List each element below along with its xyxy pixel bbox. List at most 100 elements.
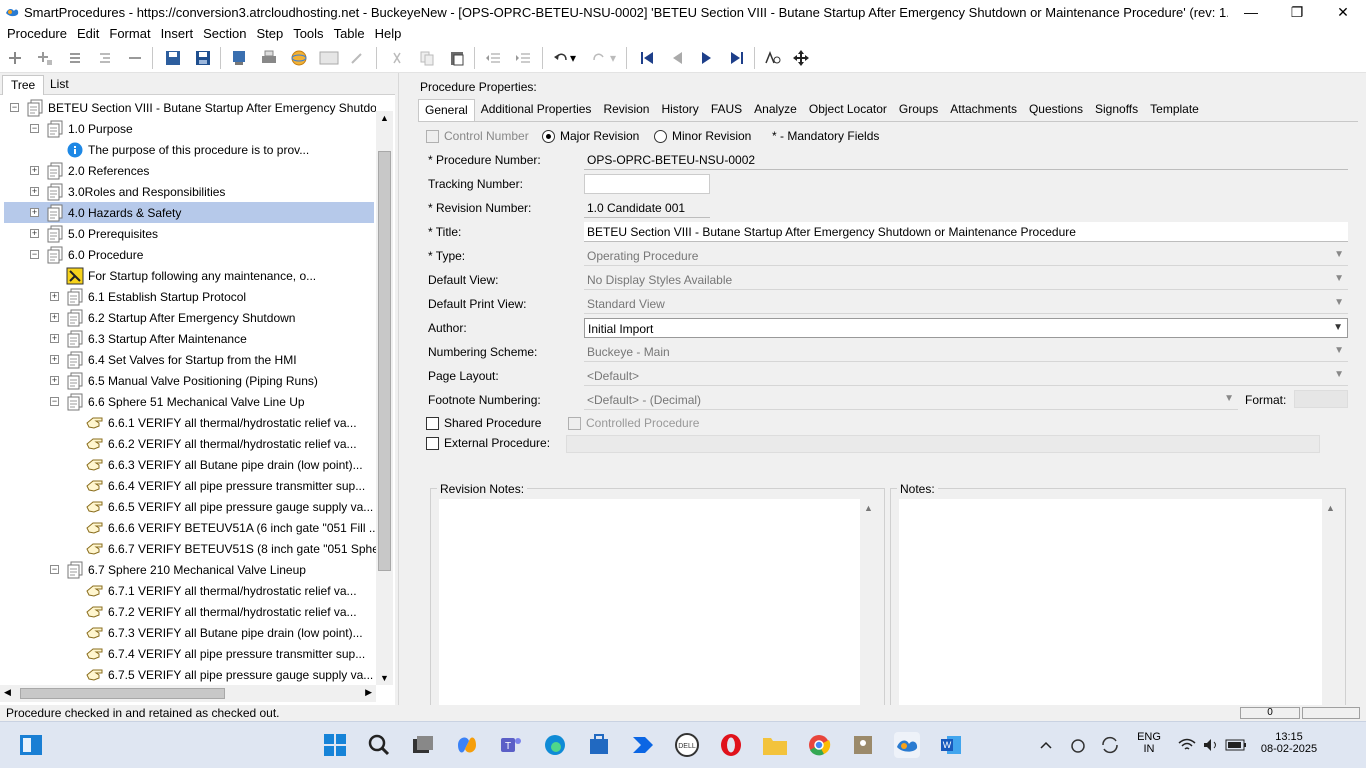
tab-faus[interactable]: FAUS [705,99,748,121]
revision-notes-textarea[interactable]: ▲ [439,499,877,709]
next-icon[interactable] [696,48,718,68]
tab-tree[interactable]: Tree [2,75,45,95]
tree-item[interactable]: − 6.0 Procedure [4,244,374,265]
preview-icon[interactable] [318,48,340,68]
restore-button[interactable]: ❐ [1274,0,1320,24]
tree-item[interactable]: 6.6.5 VERIFY all pipe pressure gauge sup… [4,496,374,517]
copy-icon[interactable] [416,48,438,68]
battery-icon[interactable] [1224,732,1248,758]
revision-number-field[interactable]: 1.0 Candidate 001 [584,198,710,218]
tab-additional-properties[interactable]: Additional Properties [475,99,598,121]
sync-icon[interactable] [1098,732,1122,758]
menu-format[interactable]: Format [104,26,155,41]
tab-object-locator[interactable]: Object Locator [803,99,893,121]
close-button[interactable]: ✕ [1320,0,1366,24]
opera-icon[interactable] [718,732,744,758]
tree-item[interactable]: 6.6.4 VERIFY all pipe pressure transmitt… [4,475,374,496]
tree-item[interactable]: 6.6.3 VERIFY all Butane pipe drain (low … [4,454,374,475]
wifi-icon[interactable] [1176,732,1198,758]
collapse-icon[interactable]: − [50,397,59,406]
menu-procedure[interactable]: Procedure [2,26,72,41]
menu-insert[interactable]: Insert [156,26,199,41]
major-revision-radio[interactable]: Major Revision [542,129,639,144]
collapse-icon[interactable]: − [50,565,59,574]
tab-questions[interactable]: Questions [1023,99,1089,121]
teams-icon[interactable]: T [498,732,524,758]
numbering-scheme-select[interactable]: Buckeye - Main ▼ [584,342,1348,362]
procedure-number-field[interactable]: OPS-OPRC-BETEU-NSU-0002 [584,150,1348,170]
notes-textarea[interactable]: ▲ [899,499,1339,709]
tree-item[interactable]: 6.7.3 VERIFY all Butane pipe drain (low … [4,622,374,643]
page-layout-select[interactable]: <Default> ▼ [584,366,1348,386]
tab-signoffs[interactable]: Signoffs [1089,99,1144,121]
remote-desktop-icon[interactable] [850,732,876,758]
list-indent-icon[interactable] [94,48,116,68]
tree-item[interactable]: 6.6.2 VERIFY all thermal/hydrostatic rel… [4,433,374,454]
minimize-button[interactable]: — [1228,0,1274,24]
tree-horizontal-scroll-thumb[interactable] [20,688,225,699]
store-icon[interactable] [586,732,612,758]
menu-edit[interactable]: Edit [72,26,104,41]
indent-icon[interactable] [512,48,534,68]
menu-table[interactable]: Table [329,26,370,41]
expand-icon[interactable]: + [50,376,59,385]
file-explorer-icon[interactable] [762,732,788,758]
collapse-icon[interactable]: − [30,250,39,259]
expand-icon[interactable]: + [30,166,39,175]
format-field[interactable] [1294,390,1348,408]
tab-history[interactable]: History [655,99,704,121]
tracking-number-field[interactable] [584,174,710,194]
collapse-icon[interactable]: − [10,103,19,112]
check-in-icon[interactable] [228,48,250,68]
tree-item[interactable]: +5.0 Prerequisites [4,223,374,244]
menu-section[interactable]: Section [198,26,251,41]
collapse-icon[interactable]: − [30,124,39,133]
cloud-icon[interactable] [1066,732,1090,758]
add-child-icon[interactable] [34,48,56,68]
title-field[interactable]: BETEU Section VIII - Butane Startup Afte… [584,222,1348,242]
web-icon[interactable] [288,48,310,68]
save-all-icon[interactable] [162,48,184,68]
footnote-numbering-select[interactable]: <Default> - (Decimal) ▼ [584,390,1238,410]
scroll-down-arrow-icon[interactable]: ▼ [380,673,389,683]
power-automate-icon[interactable] [630,732,656,758]
scroll-left-arrow-icon[interactable]: ◀ [4,687,11,698]
show-hidden-icons-icon[interactable] [1036,732,1056,758]
tree-item[interactable]: 6.7.5 VERIFY all pipe pressure gauge sup… [4,664,374,685]
dell-icon[interactable]: DELL [674,732,700,758]
tab-list[interactable]: List [42,75,77,95]
add-icon[interactable] [4,48,26,68]
paste-icon[interactable] [446,48,468,68]
copilot-icon[interactable] [454,732,480,758]
default-view-select[interactable]: No Display Styles Available ▼ [584,270,1348,290]
tools-icon[interactable] [346,48,368,68]
outdent-icon[interactable] [482,48,504,68]
tab-template[interactable]: Template [1144,99,1205,121]
menu-step[interactable]: Step [251,26,288,41]
tree-item[interactable]: +3.0Roles and Responsibilities [4,181,374,202]
external-procedure-field[interactable] [566,435,1320,453]
controlled-procedure-checkbox[interactable]: Controlled Procedure [568,416,699,431]
task-view-icon[interactable] [410,732,436,758]
windows-start-icon[interactable] [322,732,348,758]
expand-icon[interactable]: + [30,229,39,238]
tree-horizontal-scrollbar[interactable]: ◀ ▶ [0,685,376,702]
scroll-right-arrow-icon[interactable]: ▶ [365,687,372,698]
tree-item[interactable]: +6.2 Startup After Emergency Shutdown [4,307,374,328]
expand-icon[interactable]: + [30,208,39,217]
save-icon[interactable] [192,48,214,68]
tree-item[interactable]: − 6.7 Sphere 210 Mechanical Valve Lineup [4,559,374,580]
chrome-icon[interactable] [806,732,832,758]
tree-item[interactable]: 6.6.6 VERIFY BETEUV51A (6 inch gate "051… [4,517,376,538]
tree-vertical-scroll-thumb[interactable] [378,151,391,571]
notes-scrollbar[interactable]: ▲ [1322,499,1339,709]
redo-dropdown-icon[interactable]: ▾ [606,48,620,68]
control-number-checkbox[interactable]: Control Number [426,129,529,144]
cut-icon[interactable] [386,48,408,68]
tab-revision[interactable]: Revision [597,99,655,121]
menu-help[interactable]: Help [370,26,407,41]
tree-item[interactable]: − 6.6 Sphere 51 Mechanical Valve Line Up [4,391,374,412]
tree-item[interactable]: − BETEU Section VIII - Butane Startup Aft… [4,97,376,118]
scroll-up-arrow-icon[interactable]: ▲ [1326,503,1335,513]
expand-icon[interactable]: + [50,334,59,343]
